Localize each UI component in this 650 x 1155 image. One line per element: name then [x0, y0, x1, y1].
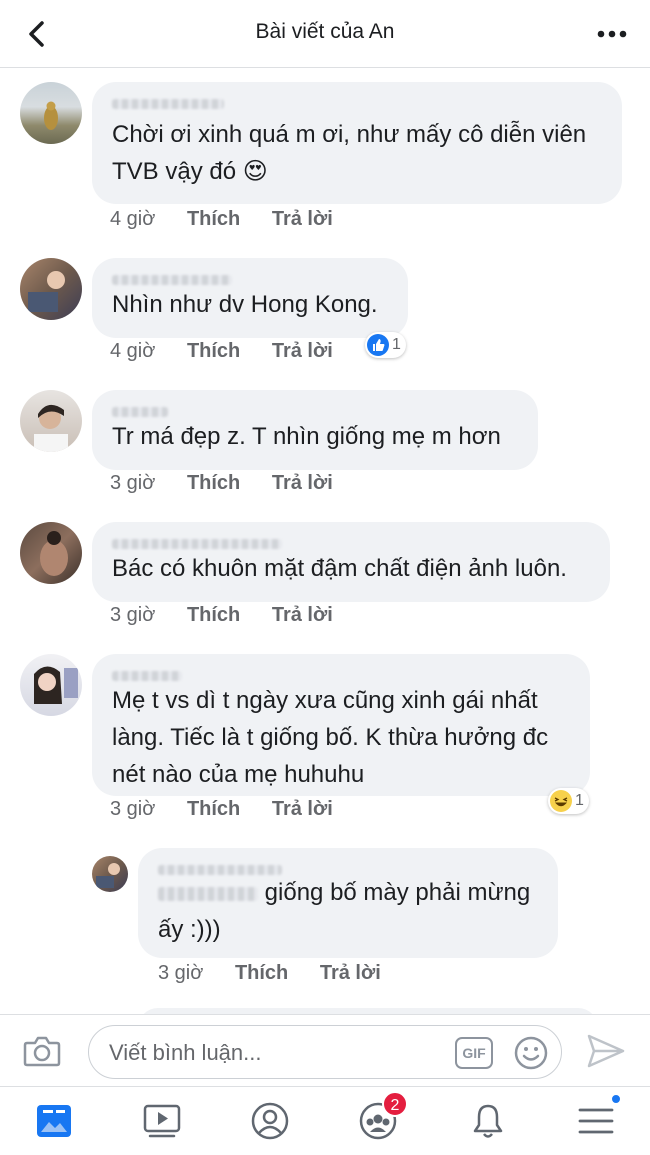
- tab-notifications[interactable]: [466, 1099, 510, 1143]
- reply-link[interactable]: Trả lời: [320, 962, 381, 984]
- comment-text: Nhìn như dv Hong Kong.: [112, 291, 378, 318]
- comment-composer: Viết bình luận... GIF: [0, 1014, 650, 1086]
- smiley-icon: [514, 1036, 548, 1070]
- comment-bubble[interactable]: Chời ơi xinh quá m ơi, như mấy cô diễn v…: [92, 82, 622, 204]
- reply-link[interactable]: Trả lời: [272, 340, 333, 362]
- tab-menu[interactable]: [574, 1093, 622, 1143]
- reaction-count[interactable]: 1: [365, 332, 406, 358]
- bell-icon: [473, 1104, 503, 1138]
- camera-icon: [23, 1036, 61, 1067]
- comment-text: Bác có khuôn mặt đậm chất điện ảnh luôn.: [112, 555, 567, 582]
- tab-news-feed[interactable]: [32, 1099, 76, 1143]
- comment-author-redacted: [112, 96, 602, 114]
- reply-author-redacted: [158, 862, 538, 875]
- reaction-number: 1: [575, 792, 584, 809]
- like-icon: [367, 334, 389, 356]
- comment-meta: 3 giờ Thích Trả lời: [110, 798, 359, 821]
- page-title: Bài viết của An: [255, 20, 395, 43]
- comment-list: Chời ơi xinh quá m ơi, như mấy cô diễn v…: [0, 68, 650, 1014]
- header: Bài viết của An: [0, 0, 650, 68]
- menu-notification-dot: [610, 1093, 622, 1105]
- like-link[interactable]: Thích: [235, 962, 288, 984]
- comment-time: 3 giờ: [110, 472, 156, 494]
- reply-avatar[interactable]: [92, 856, 128, 892]
- reply-link[interactable]: Trả lời: [272, 472, 333, 494]
- more-options-button[interactable]: [596, 26, 628, 42]
- news-feed-icon: [37, 1105, 71, 1137]
- comment-author-redacted: [112, 536, 590, 549]
- comment-text: Mẹ t vs dì t ngày xưa cũng xinh gái nhất…: [112, 687, 549, 788]
- emoji-button[interactable]: [513, 1035, 549, 1071]
- tab-groups[interactable]: 2: [356, 1091, 408, 1143]
- reply-bubble[interactable]: giống bố mày phải mừng ấy :))): [138, 848, 558, 958]
- comment-text: Chời ơi xinh quá m ơi, như mấy cô diễn v…: [112, 121, 587, 185]
- reply-meta: 3 giờ Thích Trả lời: [158, 962, 407, 985]
- mention-redacted: [158, 886, 258, 901]
- like-link[interactable]: Thích: [187, 208, 240, 230]
- avatar[interactable]: [20, 258, 82, 320]
- like-link[interactable]: Thích: [187, 604, 240, 626]
- comment-author-redacted: [112, 404, 518, 417]
- reply-link[interactable]: Trả lời: [272, 604, 333, 626]
- comment-input[interactable]: Viết bình luận... GIF: [88, 1025, 562, 1079]
- menu-icon: [578, 1108, 614, 1134]
- reply-time: 3 giờ: [158, 962, 204, 984]
- comment-text: Tr má đẹp z. T nhìn giống mẹ m hơn: [112, 423, 501, 450]
- comment-time: 3 giờ: [110, 798, 156, 820]
- like-link[interactable]: Thích: [187, 798, 240, 820]
- avatar[interactable]: [20, 522, 82, 584]
- tab-profile[interactable]: [248, 1099, 292, 1143]
- video-icon: [143, 1104, 181, 1138]
- avatar[interactable]: [20, 390, 82, 452]
- send-icon: [587, 1034, 625, 1068]
- comment-time: 3 giờ: [110, 604, 156, 626]
- comment-meta: 3 giờ Thích Trả lời: [110, 604, 359, 627]
- reaction-number: 1: [392, 336, 401, 353]
- gif-button[interactable]: GIF: [455, 1037, 493, 1069]
- comment-meta: 3 giờ Thích Trả lời: [110, 472, 359, 495]
- comment-author-redacted: [112, 272, 388, 285]
- reply-link[interactable]: Trả lời: [272, 208, 333, 230]
- like-link[interactable]: Thích: [187, 340, 240, 362]
- comment-meta: 4 giờ Thích Trả lời: [110, 208, 359, 231]
- bottom-tab-bar: 2: [0, 1086, 650, 1155]
- camera-button[interactable]: [22, 1031, 62, 1071]
- comment-time: 4 giờ: [110, 340, 156, 362]
- like-link[interactable]: Thích: [187, 472, 240, 494]
- reaction-count[interactable]: 1: [548, 788, 589, 814]
- comment-bubble[interactable]: Bác có khuôn mặt đậm chất điện ảnh luôn.: [92, 522, 610, 602]
- notification-badge: 2: [382, 1091, 408, 1117]
- comment-bubble[interactable]: Tr má đẹp z. T nhìn giống mẹ m hơn: [92, 390, 538, 470]
- avatar[interactable]: [20, 654, 82, 716]
- comment-bubble[interactable]: Mẹ t vs dì t ngày xưa cũng xinh gái nhất…: [92, 654, 590, 796]
- comment-author-redacted: [112, 668, 570, 681]
- tab-watch[interactable]: [140, 1099, 184, 1143]
- comment-meta: 4 giờ Thích Trả lời: [110, 340, 359, 363]
- haha-icon: [550, 790, 572, 812]
- profile-icon: [251, 1102, 289, 1140]
- reply-text: giống bố mày phải mừng ấy :))): [158, 874, 538, 948]
- avatar[interactable]: [20, 82, 82, 144]
- comment-input-placeholder: Viết bình luận...: [109, 1040, 262, 1065]
- comment-bubble[interactable]: Nhìn như dv Hong Kong.: [92, 258, 408, 338]
- more-horizontal-icon: [597, 30, 627, 38]
- send-button[interactable]: [586, 1033, 626, 1069]
- reply-link[interactable]: Trả lời: [272, 798, 333, 820]
- comment-time: 4 giờ: [110, 208, 156, 230]
